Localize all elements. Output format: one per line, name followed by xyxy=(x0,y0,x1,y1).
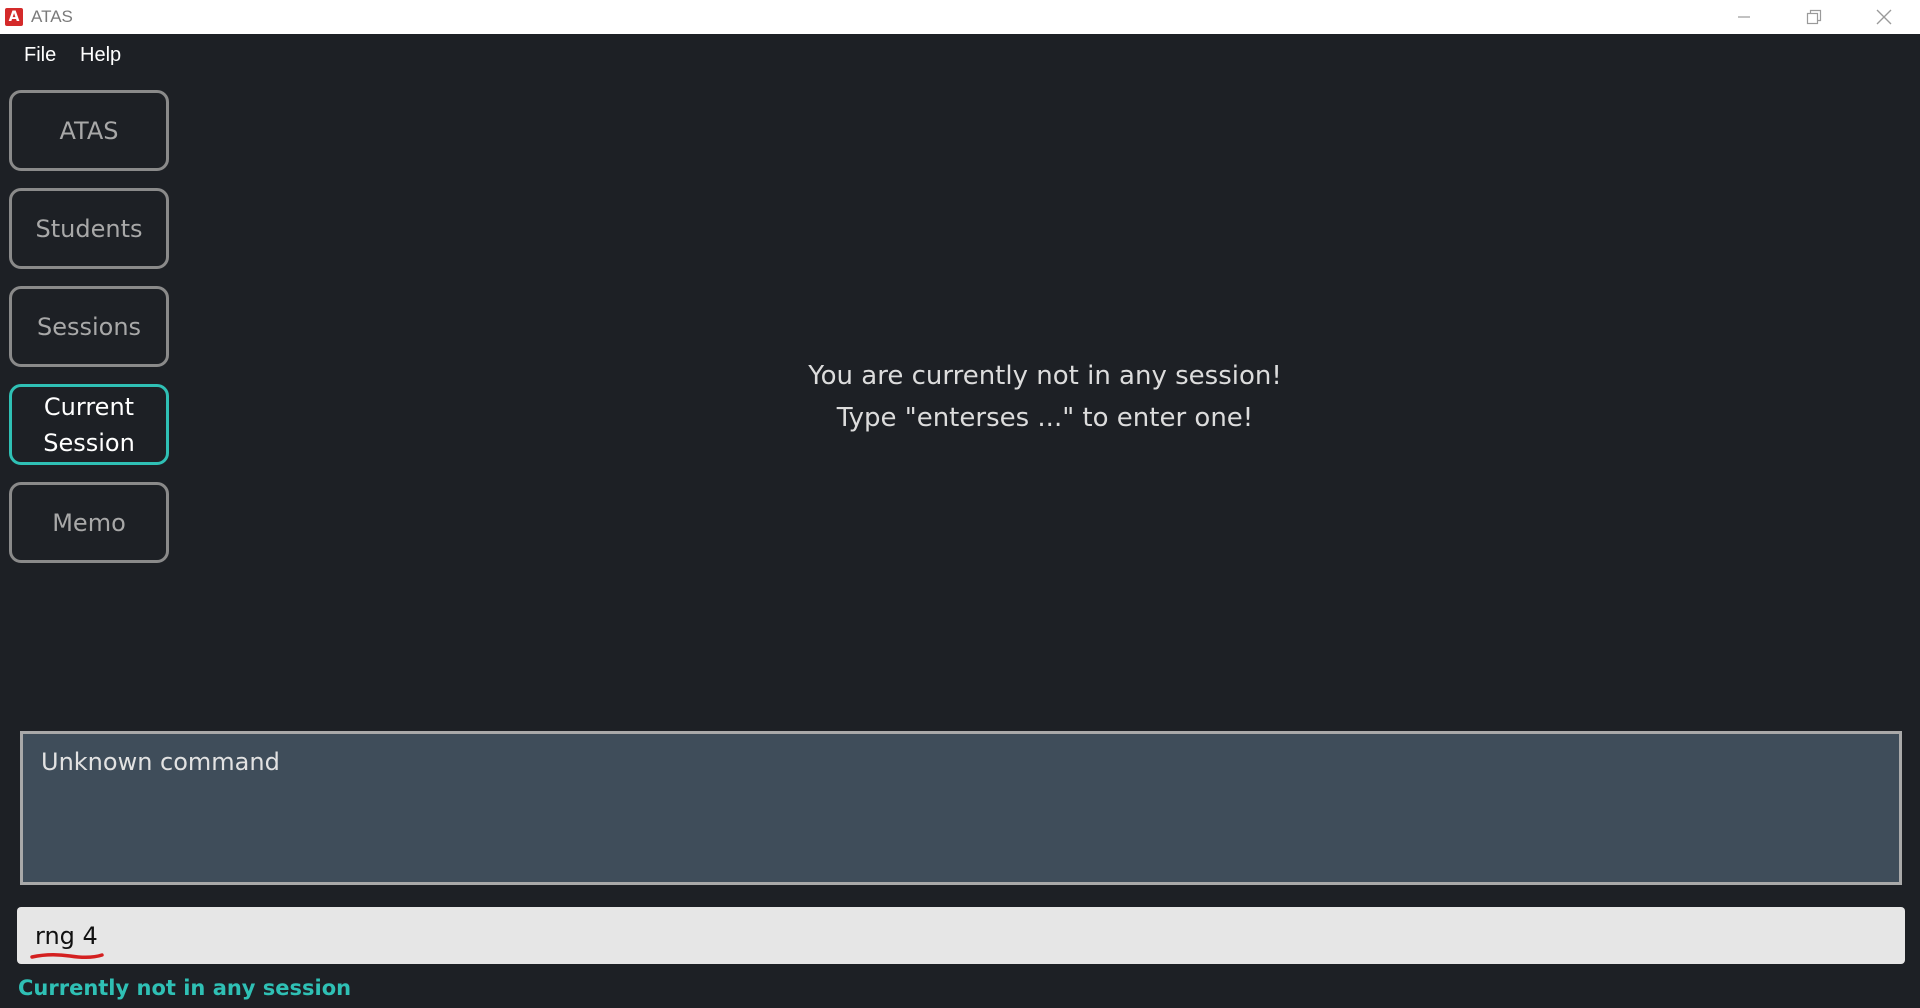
nav-atas-label: ATAS xyxy=(59,116,119,145)
minimize-button[interactable] xyxy=(1710,0,1778,34)
message-line-1: You are currently not in any session! xyxy=(808,361,1282,391)
nav-sessions-button[interactable]: Sessions xyxy=(9,286,169,367)
restore-button[interactable] xyxy=(1780,0,1848,34)
command-input-value: rng 4 xyxy=(35,921,98,950)
nav-students-label: Students xyxy=(35,214,143,243)
window-title: ATAS xyxy=(31,7,73,26)
spellcheck-underline xyxy=(30,952,104,960)
nav-sessions-label: Sessions xyxy=(36,312,142,341)
status-bar-text: Currently not in any session xyxy=(18,976,352,1000)
message-line-2: Type "enterses ..." to enter one! xyxy=(836,403,1254,433)
nav-current-session-button[interactable]: Current Session xyxy=(9,384,169,465)
menu-bar: File Help xyxy=(0,34,1920,78)
result-display[interactable]: Unknown command xyxy=(20,731,1902,885)
menu-file[interactable]: File xyxy=(24,44,56,67)
nav-atas-button[interactable]: ATAS xyxy=(9,90,169,171)
nav-students-button[interactable]: Students xyxy=(9,188,169,269)
app-window: A ATAS File Help ATAS Students Sessions … xyxy=(0,0,1920,1008)
nav-current-session-label: Current Session xyxy=(43,392,135,457)
app-logo-icon: A xyxy=(5,8,23,26)
menu-help[interactable]: Help xyxy=(80,44,121,67)
minimize-icon xyxy=(1738,16,1750,18)
close-button[interactable] xyxy=(1850,0,1918,34)
close-icon xyxy=(1876,9,1892,25)
nav-memo-button[interactable]: Memo xyxy=(9,482,169,563)
session-empty-message: You are currently not in any session! Ty… xyxy=(700,355,1390,439)
command-input[interactable]: rng 4 xyxy=(17,907,1905,964)
title-bar[interactable]: A ATAS xyxy=(0,0,1920,34)
nav-memo-label: Memo xyxy=(52,508,126,537)
restore-icon xyxy=(1806,9,1822,25)
result-text: Unknown command xyxy=(41,748,280,776)
